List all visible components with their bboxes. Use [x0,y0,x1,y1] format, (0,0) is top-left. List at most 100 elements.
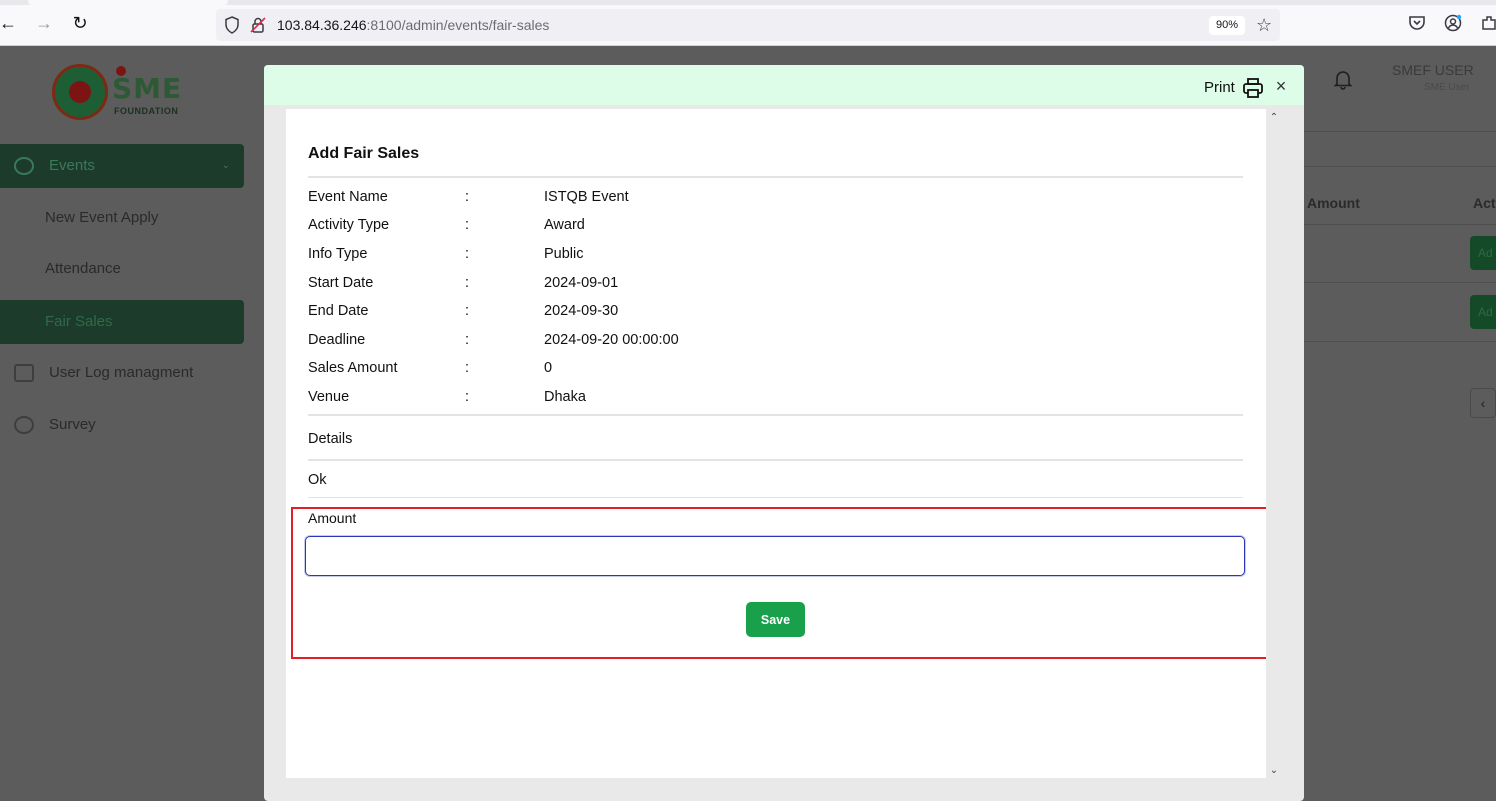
scroll-up-icon[interactable]: ⌃ [1266,111,1282,125]
field-value: 2024-09-30 [544,303,619,319]
field-value: 2024-09-01 [544,275,619,291]
bookmark-star-icon[interactable]: ☆ [1256,15,1272,35]
sidebar-item-label: Fair Sales [45,313,113,330]
field-label: Info Type [308,246,368,262]
table-row-divider [1304,282,1496,283]
tab-strip [0,0,1496,5]
field-separator: : [465,217,470,233]
field-value: Public [544,246,584,262]
extensions-icon[interactable] [1480,14,1496,32]
sidebar-item-label: New Event Apply [45,209,159,226]
info-row-venue: Venue : Dhaka [308,389,1238,411]
field-separator: : [465,275,470,291]
browser-toolbar: ← → ↻ 103.84.36.246:8100/admin/events/fa… [0,0,1496,46]
field-label: End Date [308,303,369,319]
field-separator: : [465,389,470,405]
survey-icon [14,416,34,434]
modal-body: Add Fair Sales Event Name : ISTQB Event … [286,109,1273,778]
field-value: 2024-09-20 00:00:00 [544,332,679,348]
modal-scrollbar[interactable] [1266,109,1282,778]
field-separator: : [465,303,470,319]
notification-bell-icon[interactable] [1332,68,1354,90]
sidebar-item-label: Survey [49,416,96,433]
divider [308,176,1243,178]
print-label[interactable]: Print [1204,79,1235,96]
info-row-deadline: Deadline : 2024-09-20 00:00:00 [308,332,1238,354]
sme-foundation-logo: SME FOUNDATION [52,64,192,120]
close-icon[interactable]: × [1274,77,1288,95]
field-label: Event Name [308,189,388,205]
info-row-info-type: Info Type : Public [308,246,1238,268]
field-separator: : [465,189,470,205]
account-icon[interactable] [1444,14,1462,32]
sidebar-item-attendance[interactable]: Attendance [0,247,244,291]
ok-label: Ok [308,472,327,488]
address-bar[interactable]: 103.84.36.246:8100/admin/events/fair-sal… [216,9,1280,41]
divider [308,414,1243,416]
user-name[interactable]: SMEF USER [1392,62,1474,78]
add-sales-button[interactable]: Ad [1470,236,1496,270]
details-label: Details [308,431,353,447]
shield-icon[interactable] [224,16,240,34]
info-row-event-name: Event Name : ISTQB Event [308,189,1238,211]
sidebar-item-survey[interactable]: Survey [0,403,244,447]
back-icon[interactable]: ← [0,13,18,33]
field-value: Dhaka [544,389,586,405]
user-role: SME User [1424,82,1470,93]
sidebar-item-events[interactable]: Events ⌄ [0,144,244,188]
modal-title: Add Fair Sales [308,145,420,162]
modal-header: Print × [264,65,1304,105]
save-button[interactable]: Save [746,602,805,637]
divider [308,459,1243,461]
table-header-action: Act [1473,195,1496,211]
url-path: :8100/admin/events/fair-sales [366,17,550,33]
field-separator: : [465,360,470,376]
info-row-activity-type: Activity Type : Award [308,217,1238,239]
active-tab-edge[interactable] [28,0,228,5]
forward-icon[interactable]: → [34,13,54,33]
field-label: Start Date [308,275,374,291]
scroll-down-icon[interactable]: ⌄ [1266,764,1282,778]
field-label: Venue [308,389,350,405]
pocket-icon[interactable] [1408,14,1426,32]
sidebar-item-label: User Log managment [49,364,194,381]
logo-foundation-text: FOUNDATION [114,106,179,116]
field-label: Sales Amount [308,360,398,376]
printer-icon[interactable] [1242,77,1264,99]
chevron-down-icon: ⌄ [221,160,230,171]
table-row-divider [1304,224,1496,225]
divider [1304,131,1496,132]
table-header-amount: Amount [1307,195,1360,211]
amount-input[interactable] [305,536,1245,576]
field-label: Activity Type [308,217,390,233]
sidebar-item-user-log[interactable]: User Log managment [0,351,244,395]
field-separator: : [465,332,470,348]
field-value: 0 [544,360,553,376]
logo-sme-text: SME [112,72,183,105]
info-row-end-date: End Date : 2024-09-30 [308,303,1238,325]
url-host: 103.84.36.246 [277,17,367,33]
sidebar-item-label: Attendance [45,260,121,277]
reload-icon[interactable]: ↻ [70,13,90,33]
divider [308,497,1243,498]
pagination-prev-button[interactable]: ‹ [1470,388,1496,418]
events-icon [14,157,34,175]
field-value: ISTQB Event [544,189,629,205]
sidebar: SME FOUNDATION Events ⌄ New Event Apply … [0,46,250,801]
fair-sales-modal: Print × Add Fair Sales Event Name : ISTQ… [264,65,1304,801]
info-row-start-date: Start Date : 2024-09-01 [308,275,1238,297]
sidebar-item-fair-sales[interactable]: Fair Sales [0,300,244,344]
government-emblem-icon [52,64,108,120]
field-separator: : [465,246,470,262]
insecure-lock-icon[interactable] [250,16,266,34]
url-text[interactable]: 103.84.36.246:8100/admin/events/fair-sal… [277,17,549,33]
add-sales-button[interactable]: Ad [1470,295,1496,329]
zoom-level[interactable]: 90% [1209,16,1245,35]
table-row-divider [1304,341,1496,342]
sidebar-item-label: Events [49,157,95,174]
sidebar-item-new-event-apply[interactable]: New Event Apply [0,196,244,240]
divider [1304,166,1496,167]
field-label: Deadline [308,332,366,348]
field-value: Award [544,217,585,233]
amount-label: Amount [308,510,357,526]
